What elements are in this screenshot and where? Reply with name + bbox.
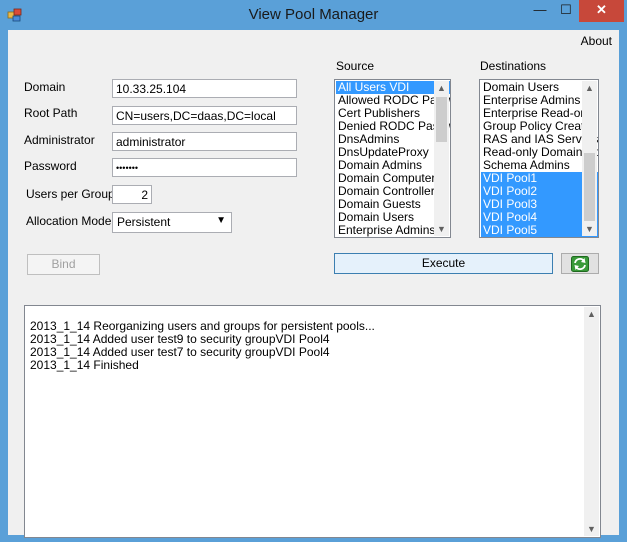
refresh-icon (571, 256, 589, 272)
execute-button[interactable]: Execute (334, 253, 553, 274)
administrator-input[interactable]: administrator (112, 132, 297, 151)
scroll-thumb[interactable] (436, 97, 447, 142)
domain-input[interactable]: 10.33.25.104 (112, 79, 297, 98)
destinations-list[interactable]: Domain Users Enterprise Admins Enterprise … (479, 79, 599, 238)
scroll-thumb[interactable] (584, 153, 595, 221)
source-label: Source (336, 59, 375, 73)
chevron-down-icon: ▼ (216, 215, 226, 226)
scroll-down-icon[interactable]: ▼ (584, 522, 599, 536)
bind-button[interactable]: Bind (27, 254, 100, 275)
password-label: Password (24, 159, 77, 173)
scroll-up-icon[interactable]: ▲ (434, 81, 449, 95)
users-per-group-stepper[interactable]: 2 (112, 185, 152, 204)
domain-label: Domain (24, 80, 66, 94)
users-per-group-label: Users per Group (26, 187, 115, 201)
administrator-label: Administrator (24, 133, 95, 147)
destinations-scrollbar[interactable]: ▲ ▼ (582, 81, 597, 236)
root-path-input[interactable]: CN=users,DC=daas,DC=local (112, 106, 297, 125)
source-scrollbar[interactable]: ▲ ▼ (434, 81, 449, 236)
scroll-up-icon[interactable]: ▲ (582, 81, 597, 95)
scroll-down-icon[interactable]: ▼ (434, 222, 449, 236)
minimize-button[interactable]: — (527, 0, 553, 22)
main-window-client: About Domain 10.33.25.104 Root Path CN=u… (8, 30, 619, 538)
close-button[interactable]: ✕ (579, 0, 624, 22)
log-line: 2013_1_14 Finished (30, 358, 139, 372)
maximize-button[interactable]: ☐ (553, 0, 579, 22)
destinations-label: Destinations (480, 59, 547, 73)
scroll-up-icon[interactable]: ▲ (584, 307, 599, 321)
scroll-down-icon[interactable]: ▼ (582, 222, 597, 236)
source-list[interactable]: All Users VDIAllowed RODC Password Repli… (334, 79, 451, 238)
refresh-button[interactable] (561, 253, 599, 274)
menu-about[interactable]: About (581, 34, 612, 48)
allocation-model-label: Allocation Model (26, 214, 115, 228)
allocation-model-value: Persistent (117, 215, 171, 229)
log-scrollbar[interactable]: ▲ ▼ (584, 307, 599, 536)
root-path-label: Root Path (24, 106, 78, 120)
title-bar: View Pool Manager — ☐ ✕ (0, 0, 627, 30)
allocation-model-select[interactable]: Persistent ▼ (112, 212, 232, 233)
password-input[interactable]: ••••••• (112, 158, 297, 177)
menu-bar: About (8, 30, 619, 52)
log-output[interactable]: 2013_1_14 Reorganizing users and groups … (24, 305, 601, 538)
log-lines: 2013_1_14 Reorganizing users and groups … (30, 320, 375, 372)
